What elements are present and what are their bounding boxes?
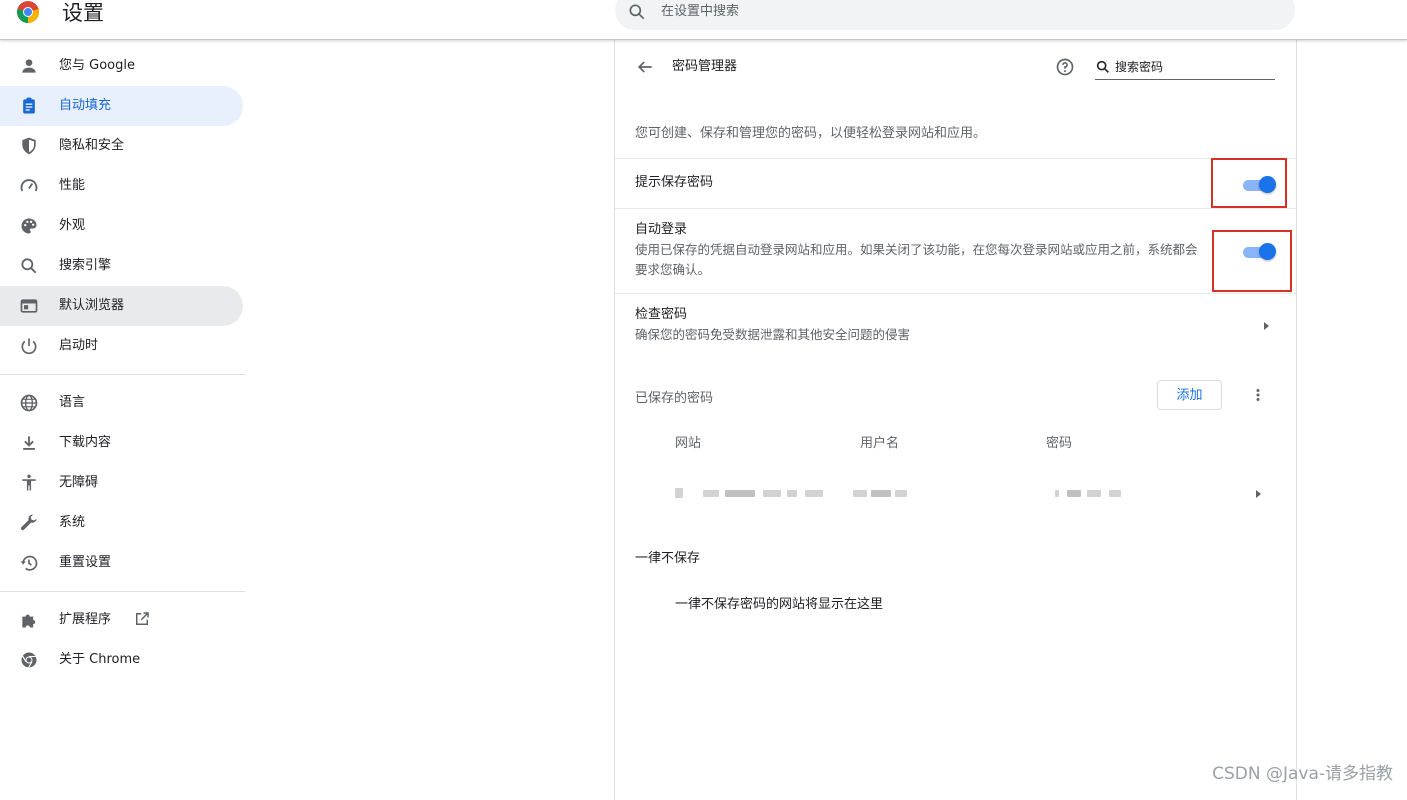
search-icon	[1096, 60, 1109, 73]
sidebar-item-label: 隐私和安全	[59, 138, 125, 153]
column-header-website: 网站	[675, 436, 702, 451]
saved-password-row-password-blurred	[1055, 486, 1125, 500]
sidebar-item-label: 系统	[59, 515, 86, 530]
sidebar-item-you-and-google[interactable]: 您与 Google	[0, 46, 243, 86]
sidebar-item-label: 性能	[59, 178, 86, 193]
sidebar: 您与 Google 自动填充 隐私和安全 性能 外观 搜索引擎 默认浏览器 启动…	[0, 46, 245, 680]
sidebar-item-autofill[interactable]: 自动填充	[0, 86, 243, 126]
shield-icon	[22, 137, 36, 155]
help-icon[interactable]	[1055, 57, 1075, 77]
sidebar-divider	[0, 374, 245, 375]
search-icon	[21, 258, 37, 274]
search-icon	[629, 4, 645, 20]
clipboard-icon	[23, 97, 35, 114]
sidebar-item-system[interactable]: 系统	[0, 503, 243, 543]
sidebar-item-label: 您与 Google	[59, 58, 135, 73]
speedometer-icon	[20, 179, 38, 192]
password-search-input[interactable]: 搜索密码	[1095, 55, 1275, 80]
never-saved-heading: 一律不保存	[635, 551, 701, 566]
check-passwords-description: 确保您的密码免受数据泄露和其他安全问题的侵害	[635, 327, 911, 342]
sidebar-item-label: 无障碍	[59, 475, 99, 490]
sidebar-item-appearance[interactable]: 外观	[0, 206, 243, 246]
row-divider	[615, 208, 1296, 209]
sidebar-divider	[0, 591, 245, 592]
offer-to-save-label: 提示保存密码	[635, 175, 714, 190]
auto-signin-description-line2: 要求您确认。	[635, 262, 711, 277]
sidebar-item-languages[interactable]: 语言	[0, 383, 243, 423]
open-in-new-icon	[136, 612, 149, 625]
saved-passwords-heading: 已保存的密码	[635, 391, 714, 406]
back-arrow-icon[interactable]	[635, 57, 655, 77]
page-title: 设置	[62, 1, 104, 25]
chevron-right-icon[interactable]	[1253, 488, 1263, 500]
highlight-box	[1212, 230, 1292, 292]
wrench-icon	[20, 514, 37, 531]
sidebar-item-label: 外观	[59, 218, 86, 233]
sidebar-item-label: 下载内容	[59, 435, 112, 450]
description: 您可创建、保存和管理您的密码，以便轻松登录网站和应用。	[635, 126, 987, 141]
password-manager-card: 密码管理器 搜索密码 您可创建、保存和管理您的密码，以便轻松登录网站和应用。 提…	[614, 40, 1297, 800]
sidebar-item-label: 语言	[59, 395, 86, 410]
row-divider	[615, 293, 1296, 294]
saved-password-row-site-blurred[interactable]	[675, 486, 825, 500]
sidebar-item-on-startup[interactable]: 启动时	[0, 326, 243, 366]
sidebar-item-search-engine[interactable]: 搜索引擎	[0, 246, 243, 286]
power-icon	[21, 338, 37, 355]
sidebar-item-downloads[interactable]: 下载内容	[0, 423, 243, 463]
sidebar-item-accessibility[interactable]: 无障碍	[0, 463, 243, 503]
sidebar-item-label: 搜索引擎	[59, 258, 112, 273]
more-vert-icon[interactable]	[1249, 386, 1267, 404]
never-saved-empty-message: 一律不保存密码的网站将显示在这里	[675, 597, 884, 612]
check-passwords-label[interactable]: 检查密码	[635, 305, 687, 325]
password-manager-title: 密码管理器	[672, 59, 738, 74]
sidebar-item-label: 默认浏览器	[59, 298, 125, 313]
chrome-logo-icon	[17, 1, 39, 23]
chevron-right-icon[interactable]	[1261, 320, 1271, 332]
auto-signin-label: 自动登录	[635, 222, 688, 237]
person-icon	[22, 59, 36, 73]
saved-password-row-username-blurred	[853, 486, 909, 500]
watermark: CSDN @Java-请多指教	[1212, 764, 1393, 784]
sidebar-item-default-browser[interactable]: 默认浏览器	[0, 286, 243, 326]
add-password-button[interactable]: 添加	[1157, 380, 1222, 410]
auto-signin-description-line1: 使用已保存的凭据自动登录网站和应用。如果关闭了该功能，在您每次登录网站或应用之前…	[635, 242, 1198, 257]
sidebar-item-about-chrome[interactable]: 关于 Chrome	[0, 640, 243, 680]
chrome-icon	[21, 652, 37, 668]
sidebar-item-performance[interactable]: 性能	[0, 166, 243, 206]
puzzle-icon	[22, 614, 36, 628]
sidebar-item-reset[interactable]: 重置设置	[0, 543, 243, 583]
accessibility-icon	[22, 474, 36, 491]
settings-search-input[interactable]: 在设置中搜索	[615, 0, 1295, 30]
sidebar-item-label: 扩展程序	[59, 612, 112, 627]
row-divider	[615, 158, 1296, 159]
sidebar-item-extensions[interactable]: 扩展程序	[0, 600, 243, 640]
highlight-box	[1211, 158, 1287, 208]
download-icon	[23, 436, 35, 450]
sidebar-item-label: 自动填充	[59, 98, 112, 113]
top-bar: 设置 在设置中搜索	[0, 0, 1407, 40]
sidebar-item-label: 重置设置	[59, 555, 112, 570]
sidebar-item-privacy[interactable]: 隐私和安全	[0, 126, 243, 166]
column-header-username: 用户名	[860, 436, 900, 451]
sidebar-item-label: 关于 Chrome	[59, 652, 141, 667]
globe-icon	[20, 394, 38, 412]
sidebar-item-label: 启动时	[59, 338, 99, 353]
browser-window-icon	[20, 299, 38, 313]
history-icon	[20, 555, 38, 571]
password-search-placeholder: 搜索密码	[1115, 60, 1164, 74]
search-placeholder: 在设置中搜索	[661, 4, 740, 19]
palette-icon	[21, 218, 37, 234]
column-header-password: 密码	[1046, 436, 1073, 451]
